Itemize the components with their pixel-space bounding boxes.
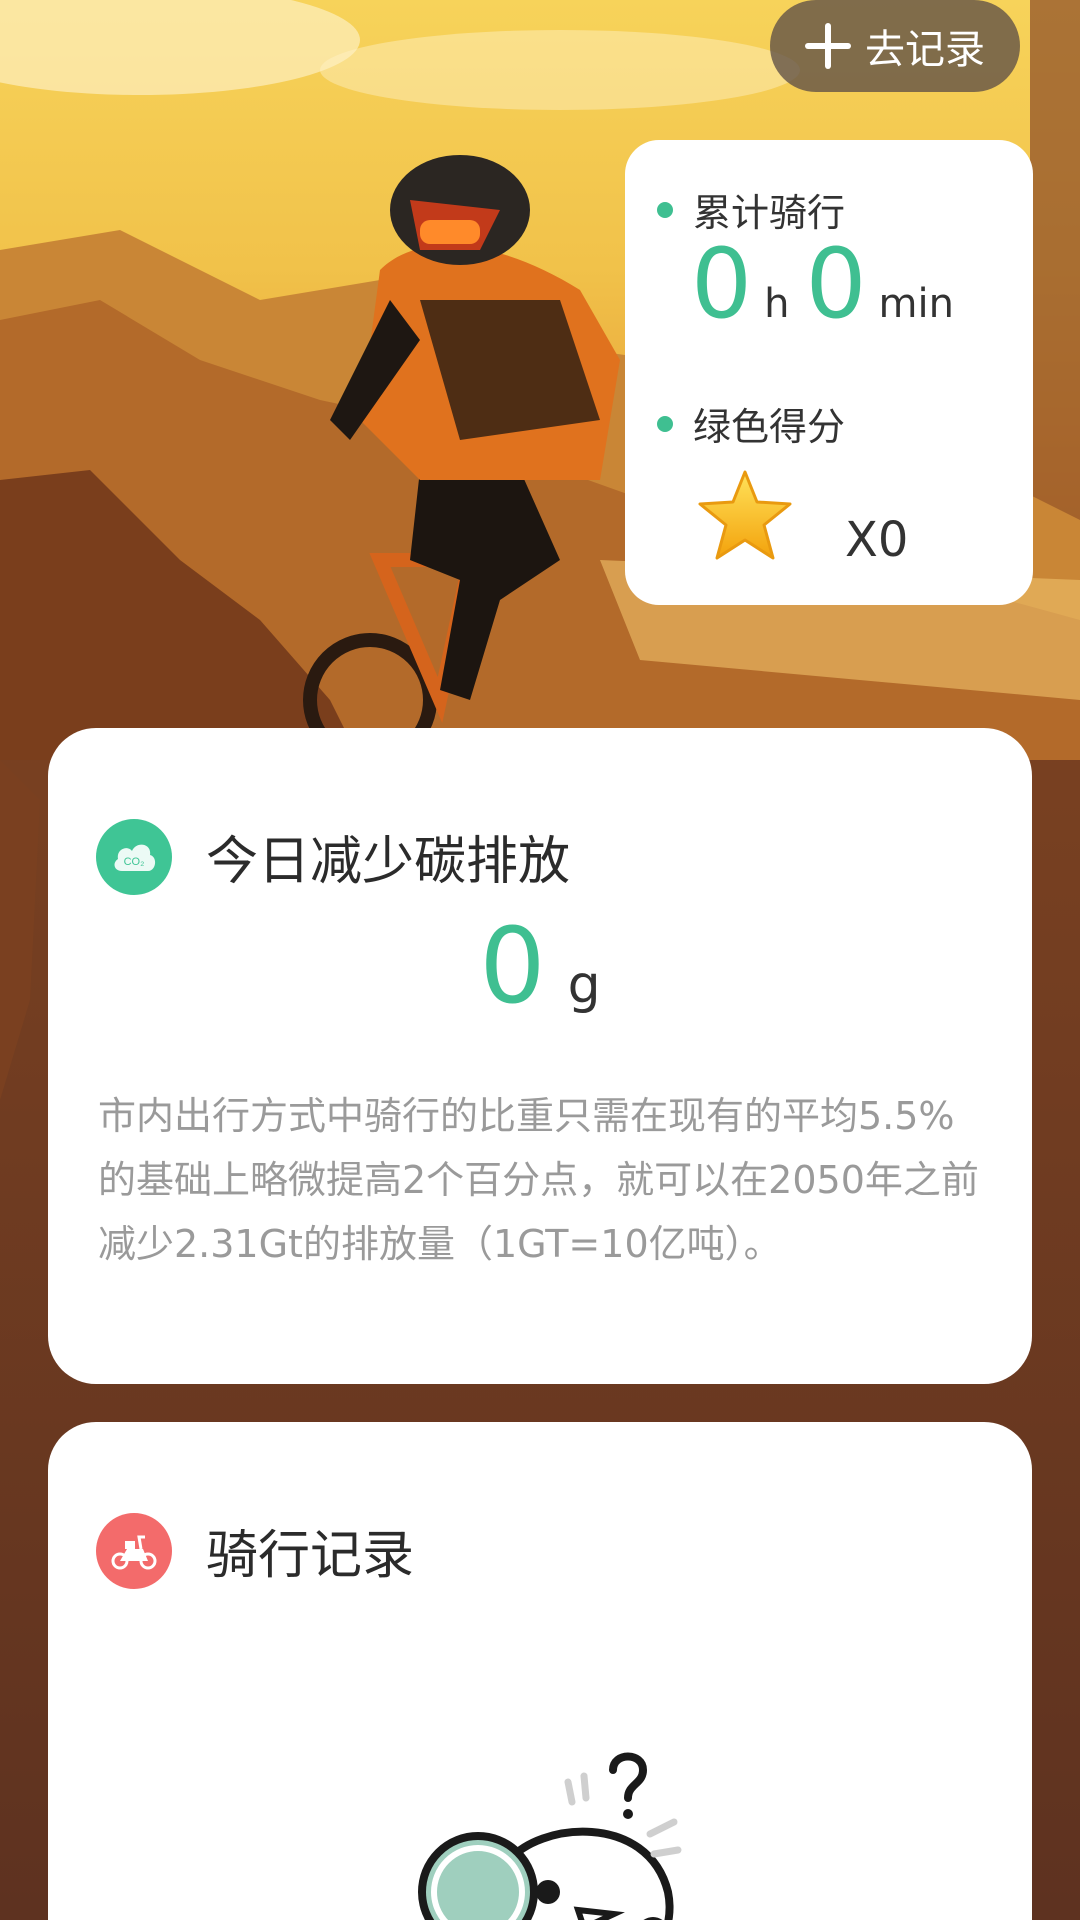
star-count: X0 — [845, 512, 909, 568]
record-button-label: 去记录 — [865, 27, 985, 73]
total-ride-time: 0 h 0 min — [691, 236, 970, 332]
ride-stats-card: 累计骑行 0 h 0 min 绿色得分 X0 — [625, 140, 1033, 605]
ride-hours-unit: h — [764, 281, 790, 327]
svg-text:CO₂: CO₂ — [124, 856, 145, 868]
carbon-reduction-card: CO₂ 今日减少碳排放 0 g 市内出行方式中骑行的比重只需在现有的平均5.5%… — [48, 728, 1032, 1384]
plus-icon — [805, 23, 851, 69]
dot-icon — [657, 201, 673, 218]
magnifier-mascot-illustration — [418, 1752, 682, 1920]
carbon-value-display: 0 g — [48, 914, 1032, 1018]
record-button[interactable]: 去记录 — [770, 0, 1020, 92]
records-card-header: 骑行记录 — [96, 1470, 414, 1631]
star-icon — [698, 470, 792, 560]
carbon-value: 0 — [479, 905, 546, 1027]
dot-icon — [657, 415, 673, 432]
green-score-label-row: 绿色得分 — [657, 396, 845, 451]
ride-hours-value: 0 — [691, 228, 753, 340]
co2-cloud-icon: CO₂ — [96, 818, 172, 895]
scooter-icon — [96, 1512, 172, 1589]
records-card-title: 骑行记录 — [206, 1526, 415, 1587]
carbon-card-title: 今日减少碳排放 — [206, 832, 571, 893]
green-score-label: 绿色得分 — [693, 405, 846, 449]
ride-minutes-value: 0 — [805, 228, 867, 340]
carbon-description: 市内出行方式中骑行的比重只需在现有的平均5.5%的基础上略微提高2个百分点，就可… — [98, 1094, 979, 1266]
ride-minutes-unit: min — [878, 281, 954, 327]
carbon-unit: g — [567, 955, 601, 1015]
ride-records-card: 骑行记录 — [48, 1422, 1032, 1920]
